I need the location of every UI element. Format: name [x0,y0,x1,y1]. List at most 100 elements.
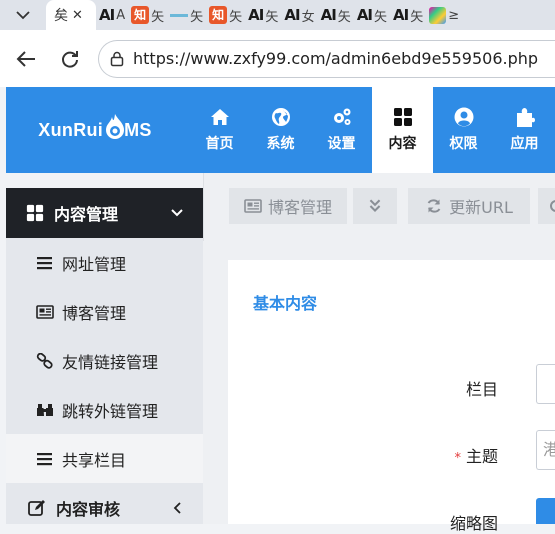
sidebar-item-label: 友情链接管理 [62,352,159,372]
sidebar-item-friend-links[interactable]: 友情链接管理 [6,336,203,385]
browser-tab-label: 矢 [410,9,424,25]
nav-home-label: 首页 [205,136,234,152]
refresh-url-button[interactable]: 更新URL [408,188,530,224]
thumbnail-upload-button[interactable] [536,498,555,524]
browser-tab[interactable]: 知 矢 [128,0,167,30]
content-toolbar: 博客管理 更新URL [203,173,555,241]
ai-favicon-icon: AI [320,5,337,24]
double-chevron-down-icon [369,199,381,213]
browser-tab[interactable]: AI 矢 [245,0,281,30]
nav-content[interactable]: 内容 [372,87,433,173]
field-label-text: 主题 [465,447,498,466]
nav-content-label: 内容 [388,136,417,152]
browser-tab-label: 矢 [265,9,279,25]
required-marker: * [454,451,461,466]
main-content: 博客管理 更新URL 基本内容 [203,173,555,524]
newspaper-icon [36,304,54,319]
browser-tab-strip: 矣 ✕ AI A 知 矢 矢 知 矢 AI 矢 AI 女 AI 矢 AI 矢 A… [0,0,555,30]
address-bar: https://www.zxfy99.com/admin6ebd9e559506… [0,30,555,87]
nav-system-label: 系统 [266,136,295,152]
nav-apps-label: 应用 [510,136,539,152]
browser-tab-label: A [116,7,126,23]
sidebar-item-label: 网址管理 [62,254,127,274]
brand-logo[interactable]: XunRui MS [6,87,184,173]
url-field[interactable]: https://www.zxfy99.com/admin6ebd9e559506… [98,39,555,78]
top-nav: 首页 系统 设置 内容 权限 应用 [189,87,555,173]
site-info-icon[interactable] [109,51,125,67]
flame-logo-icon [104,114,126,140]
subject-input[interactable]: 港 [536,430,555,470]
browser-tab-label: 矢 [374,9,388,25]
sidebar-item-url-management[interactable]: 网址管理 [6,238,203,287]
list-icon [37,452,52,465]
reload-button[interactable] [52,41,88,77]
browser-tab-label: 女 [301,9,315,25]
browser-tab-label: 矢 [151,9,165,25]
field-label-column: 栏目 [408,376,498,400]
refresh-url-label: 更新URL [449,198,513,217]
field-label-subject: * 主题 [408,443,498,467]
column-select[interactable] [536,364,555,404]
sidebar-item-redirect-links[interactable]: 跳转外链管理 [6,385,203,434]
browser-tab[interactable]: 知 矢 [206,0,245,30]
sidebar-item-label: 博客管理 [62,303,127,323]
browser-tab-label: 矢 [337,9,351,25]
browser-tab[interactable]: ≥ [426,0,462,30]
browser-tab[interactable]: AI 矢 [318,0,354,30]
reload-icon [62,50,78,68]
active-browser-tab[interactable]: 矣 ✕ [46,0,96,30]
blog-management-button[interactable]: 博客管理 [229,188,347,224]
content-form-panel: 基本内容 [228,260,555,524]
cogs-icon [333,108,350,125]
panel-title: 基本内容 [253,294,318,313]
grid-icon [393,108,412,126]
browser-tab[interactable]: AI 女 [281,0,317,30]
chevron-left-icon [173,499,181,518]
ai-favicon-icon: AI [99,5,115,24]
tab-search-chevron-icon[interactable] [0,0,46,30]
nav-system[interactable]: 系统 [250,87,311,173]
app-header: XunRui MS 首页 系统 设置 内容 权限 应用 [6,87,555,173]
browser-tab[interactable]: AI 矢 [390,0,426,30]
sidebar-item-label: 跳转外链管理 [62,401,159,421]
sidebar-item-shared-columns[interactable]: 共享栏目 [6,434,203,483]
settings-button[interactable] [538,188,555,224]
nav-permissions[interactable]: 权限 [433,87,494,173]
sidebar-section-review[interactable]: 内容审核 [6,483,203,533]
home-icon [210,109,229,125]
nav-apps[interactable]: 应用 [494,87,555,173]
ai-favicon-icon: AI [356,5,373,24]
gear-icon [550,200,555,212]
binoculars-icon [37,403,53,416]
user-icon [454,107,473,127]
nav-settings[interactable]: 设置 [311,87,372,173]
browser-tab-label: 矢 [190,9,204,25]
ai-favicon-icon: AI [284,5,300,24]
sidebar-section-title: 内容审核 [56,500,121,519]
sidebar-section-content[interactable]: 内容管理 [6,188,203,238]
sidebar-item-blog-management[interactable]: 博客管理 [6,287,203,336]
globe-icon [271,108,290,126]
grid-icon [26,204,44,222]
brand-text-right: MS [124,119,152,140]
browser-tab[interactable]: 矢 [167,0,206,30]
sidebar-section-title: 内容管理 [54,205,119,224]
nav-settings-label: 设置 [327,136,356,152]
link-icon [36,352,53,369]
subject-input-value: 港 [543,440,555,459]
browser-tab[interactable]: AI A [96,0,128,30]
active-tab-title: 矣 [54,8,68,24]
puzzle-icon [516,108,535,127]
nav-permissions-label: 权限 [449,136,478,152]
refresh-icon [427,199,441,213]
edit-icon [28,500,45,516]
back-button[interactable] [8,41,44,77]
sidebar: 内容管理 网址管理 博客管理 友情链接管理 跳转外链管理 共享栏目 内容审核 [6,188,203,524]
close-tab-icon[interactable]: ✕ [72,8,83,23]
browser-tab-label: ≥ [448,7,460,23]
browser-tab[interactable]: AI 矢 [354,0,390,30]
nav-home[interactable]: 首页 [189,87,250,173]
url-text: https://www.zxfy99.com/admin6ebd9e559506… [133,49,539,68]
ai-favicon-icon: AI [248,5,264,24]
more-dropdown-button[interactable] [353,188,397,224]
